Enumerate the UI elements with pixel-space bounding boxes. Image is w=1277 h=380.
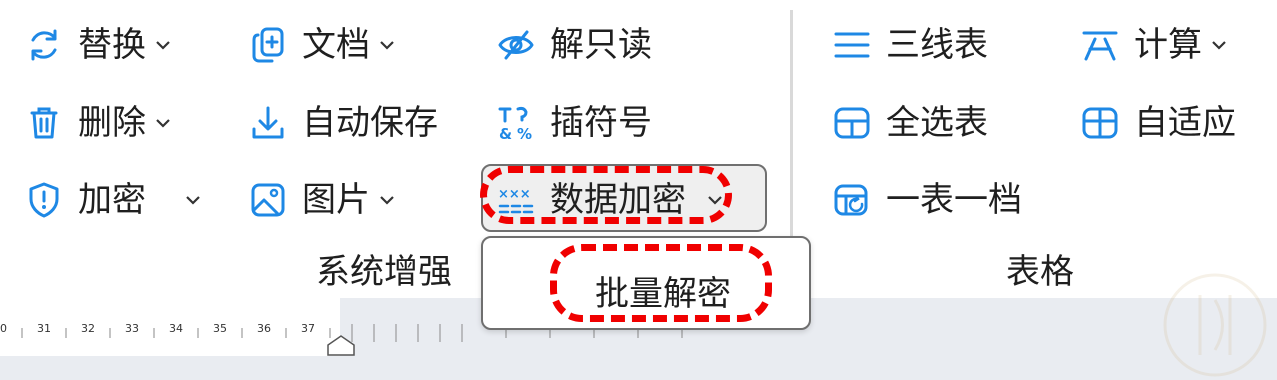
ruler-label: 37 (301, 322, 315, 335)
image-icon (248, 180, 288, 220)
one-table-one-file-button[interactable]: 一表一档 (832, 172, 1022, 228)
remove-readonly-label: 解只读 (550, 25, 652, 65)
image-button[interactable]: 图片 (248, 172, 396, 228)
chevron-down-icon (378, 36, 396, 54)
watermark-seal (1163, 273, 1267, 377)
chevron-down-icon (1210, 36, 1228, 54)
delete-button[interactable]: 删除 (24, 95, 172, 151)
ruler-label: 0 (0, 322, 7, 335)
calculate-button[interactable]: 计算 (1080, 17, 1228, 73)
delete-label: 删除 (78, 103, 146, 143)
remove-readonly-button[interactable]: 解只读 (496, 17, 652, 73)
autosave-label: 自动保存 (302, 103, 438, 143)
table-refresh-icon (832, 180, 872, 220)
document-label: 文档 (302, 25, 370, 65)
group-divider (790, 10, 793, 270)
document-button[interactable]: 文档 (248, 17, 396, 73)
ruler-label: 31 (37, 322, 51, 335)
autofit-label: 自适应 (1134, 103, 1236, 143)
replace-button[interactable]: 替换 (24, 17, 172, 73)
ruler-label: 36 (257, 322, 271, 335)
indent-marker[interactable] (326, 334, 356, 356)
encrypt-label: 加密 (78, 180, 146, 220)
select-all-table-label: 全选表 (886, 103, 988, 143)
insert-symbol-button[interactable]: &% 插符号 (496, 95, 652, 151)
annotation-highlight-data-encrypt (480, 166, 732, 224)
document-add-icon (248, 25, 288, 65)
chevron-down-icon (184, 191, 202, 209)
three-line-table-button[interactable]: 三线表 (832, 17, 988, 73)
eye-off-icon (496, 25, 536, 65)
encrypt-button[interactable]: 加密 (24, 172, 202, 228)
trash-icon (24, 103, 64, 143)
three-line-table-label: 三线表 (886, 25, 988, 65)
symbol-icon: &% (496, 103, 536, 143)
image-label: 图片 (302, 180, 370, 220)
select-all-table-button[interactable]: 全选表 (832, 95, 988, 151)
replace-label: 替换 (78, 25, 146, 65)
chevron-down-icon (154, 114, 172, 132)
table-icon (832, 103, 872, 143)
download-icon (248, 103, 288, 143)
chevron-down-icon (154, 36, 172, 54)
table-fit-icon (1080, 103, 1120, 143)
ruler-label: 34 (169, 322, 183, 335)
svg-text:&: & (499, 125, 512, 143)
group-label-system: 系统增强 (316, 252, 452, 292)
shield-icon (24, 180, 64, 220)
ruler-label: 35 (213, 322, 227, 335)
ruler-label: 33 (125, 322, 139, 335)
svg-text:%: % (517, 125, 532, 143)
calculate-icon (1080, 25, 1120, 65)
lines-icon (832, 25, 872, 65)
ruler-label: 32 (81, 322, 95, 335)
autofit-button[interactable]: 自适应 (1080, 95, 1236, 151)
one-table-one-file-label: 一表一档 (886, 180, 1022, 220)
group-label-table: 表格 (1006, 252, 1074, 292)
chevron-down-icon (378, 191, 396, 209)
refresh-icon (24, 25, 64, 65)
autosave-button[interactable]: 自动保存 (248, 95, 438, 151)
calculate-label: 计算 (1134, 25, 1202, 65)
annotation-highlight-batch-decrypt (550, 244, 772, 322)
insert-symbol-label: 插符号 (550, 103, 652, 143)
